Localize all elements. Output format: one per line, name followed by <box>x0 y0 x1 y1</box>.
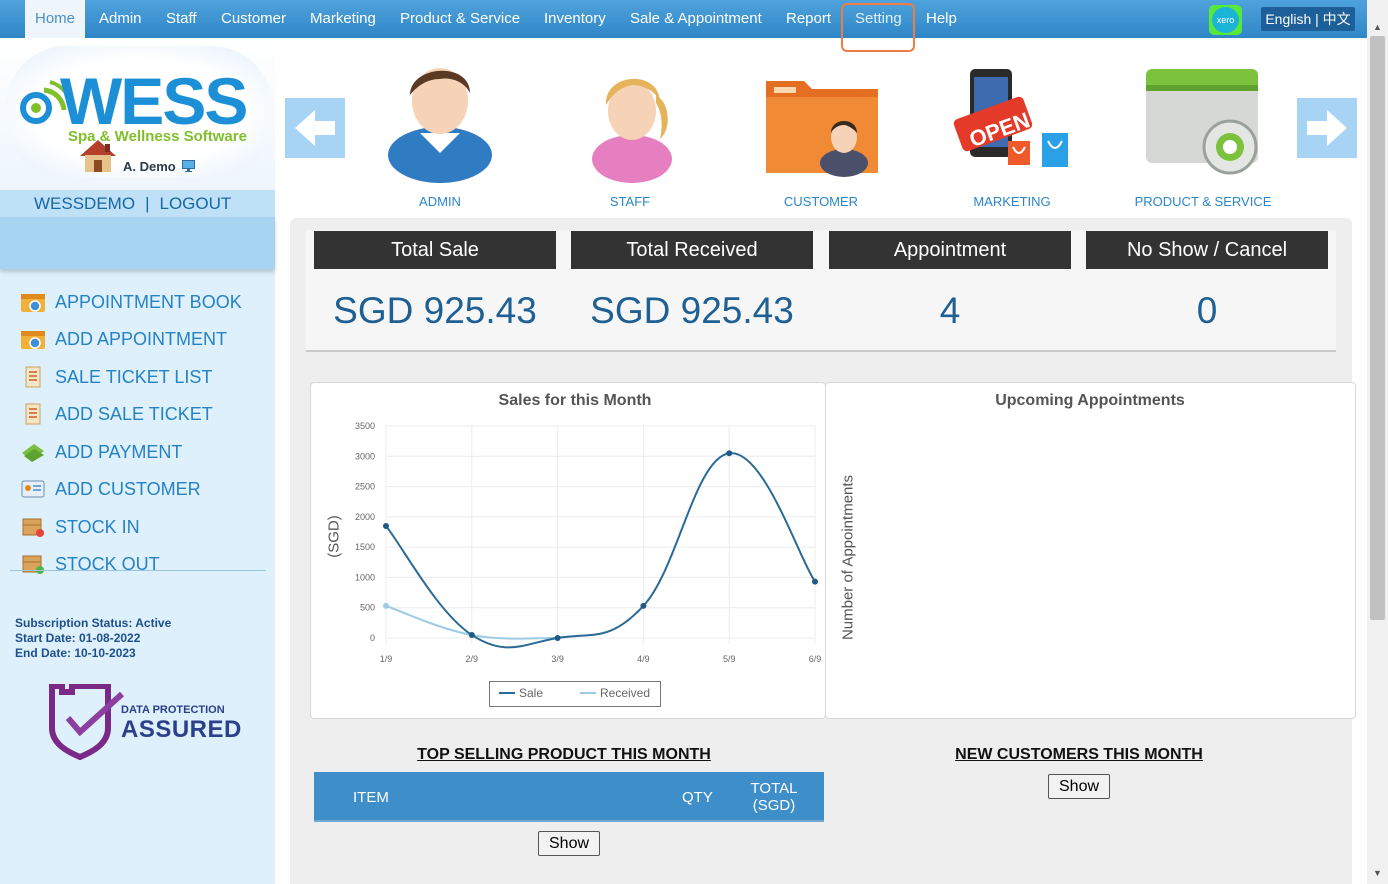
top-selling-title: TOP SELLING PRODUCT THIS MONTH <box>417 746 711 763</box>
x-tick-label: 3/9 <box>551 654 564 664</box>
legend-swatch-received <box>580 692 596 694</box>
y-tick-label: 2000 <box>355 512 375 522</box>
new-customers-title: NEW CUSTOMERS THIS MONTH <box>955 746 1203 763</box>
data-point-sale <box>812 578 818 585</box>
data-point-sale <box>640 602 647 609</box>
appointments-chart-title: Upcoming Appointments <box>995 392 1185 409</box>
x-tick-label: 1/9 <box>380 654 393 664</box>
column-header-qty: QTY <box>682 789 713 806</box>
x-tick-label: 4/9 <box>637 654 650 664</box>
top-selling-table-header <box>314 772 824 822</box>
y-tick-label: 500 <box>360 603 375 613</box>
x-tick-label: 6/9 <box>809 654 822 664</box>
new-customers-show-button[interactable]: Show <box>1048 774 1111 799</box>
data-point-sale <box>468 631 475 638</box>
y-tick-label: 3000 <box>355 451 375 461</box>
legend-item-received[interactable]: Received <box>580 686 650 700</box>
x-tick-label: 2/9 <box>466 654 479 664</box>
y-tick-label: 1000 <box>355 572 375 582</box>
y-tick-label: 1500 <box>355 542 375 552</box>
column-header-item: ITEM <box>353 789 389 806</box>
data-point-sale <box>554 635 561 641</box>
data-point-sale <box>726 450 733 457</box>
series-line-sale <box>385 452 816 649</box>
appointments-chart-y-axis-label: Number of Appointments <box>839 474 857 641</box>
top-selling-show-button[interactable]: Show <box>538 831 601 856</box>
appointments-chart-panel <box>825 382 1356 719</box>
data-point-received <box>383 602 389 609</box>
y-tick-label: 0 <box>370 633 375 643</box>
column-header-total: TOTAL (SGD) <box>750 780 798 814</box>
legend-item-sale[interactable]: Sale <box>499 686 543 700</box>
legend-swatch-sale <box>499 692 515 694</box>
data-point-sale <box>383 522 389 529</box>
y-tick-label: 3500 <box>355 421 375 431</box>
x-tick-label: 5/9 <box>723 654 736 664</box>
y-tick-label: 2500 <box>355 482 375 492</box>
